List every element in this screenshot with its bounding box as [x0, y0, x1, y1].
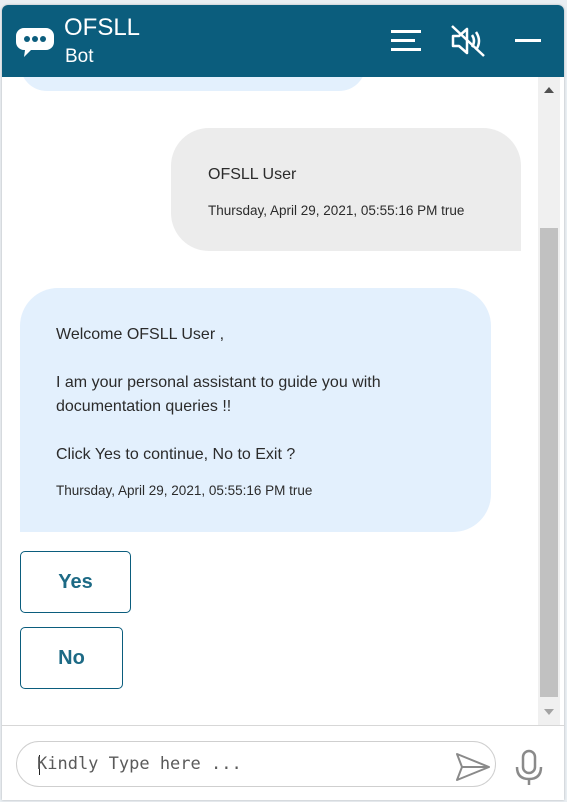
bot-message-timestamp: Thursday, April 29, 2021, 05:55:16 PM tr… — [56, 483, 313, 498]
speaker-muted-icon — [451, 25, 485, 57]
bot-message-line: documentation queries !! — [56, 398, 232, 415]
bot-message-line: I am your personal assistant to guide yo… — [56, 374, 381, 391]
chat-subtitle: Bot — [65, 46, 94, 67]
message-input[interactable] — [37, 752, 417, 776]
yes-button[interactable]: Yes — [20, 551, 131, 613]
minimize-button[interactable] — [510, 23, 550, 59]
send-icon — [456, 753, 490, 781]
send-button[interactable] — [455, 752, 491, 781]
chatbot-window: OFSLL Bot OFSLL User Thursday, April 29,… — [2, 5, 564, 800]
chat-title: OFSLL — [64, 14, 141, 41]
no-button[interactable]: No — [20, 627, 123, 689]
message-scrollbar[interactable] — [538, 77, 560, 725]
microphone-icon — [515, 749, 543, 785]
user-message-bubble: OFSLL User Thursday, April 29, 2021, 05:… — [171, 128, 521, 251]
scroll-up-arrow-icon[interactable] — [538, 81, 560, 99]
mute-button[interactable] — [448, 23, 488, 59]
composer-bar — [2, 725, 564, 800]
chat-header: OFSLL Bot — [2, 5, 564, 77]
scroll-down-arrow-icon[interactable] — [538, 703, 560, 721]
bot-message-prompt: Click Yes to continue, No to Exit ? — [56, 446, 296, 463]
message-input-wrapper — [16, 741, 496, 787]
user-message-text: OFSLL User — [208, 166, 297, 183]
bot-message-bubble: Welcome OFSLL User , I am your personal … — [20, 288, 491, 532]
message-list: OFSLL User Thursday, April 29, 2021, 05:… — [2, 77, 538, 725]
minimize-icon — [515, 39, 541, 42]
previous-message-bubble — [20, 77, 366, 91]
microphone-button[interactable] — [512, 749, 546, 787]
user-message-timestamp: Thursday, April 29, 2021, 05:55:16 PM tr… — [208, 203, 465, 218]
menu-button[interactable] — [388, 23, 428, 59]
bot-message-greeting: Welcome OFSLL User , — [56, 326, 225, 343]
scrollbar-thumb[interactable] — [540, 228, 558, 697]
chat-bubble-icon — [16, 25, 54, 59]
menu-icon — [391, 30, 421, 51]
